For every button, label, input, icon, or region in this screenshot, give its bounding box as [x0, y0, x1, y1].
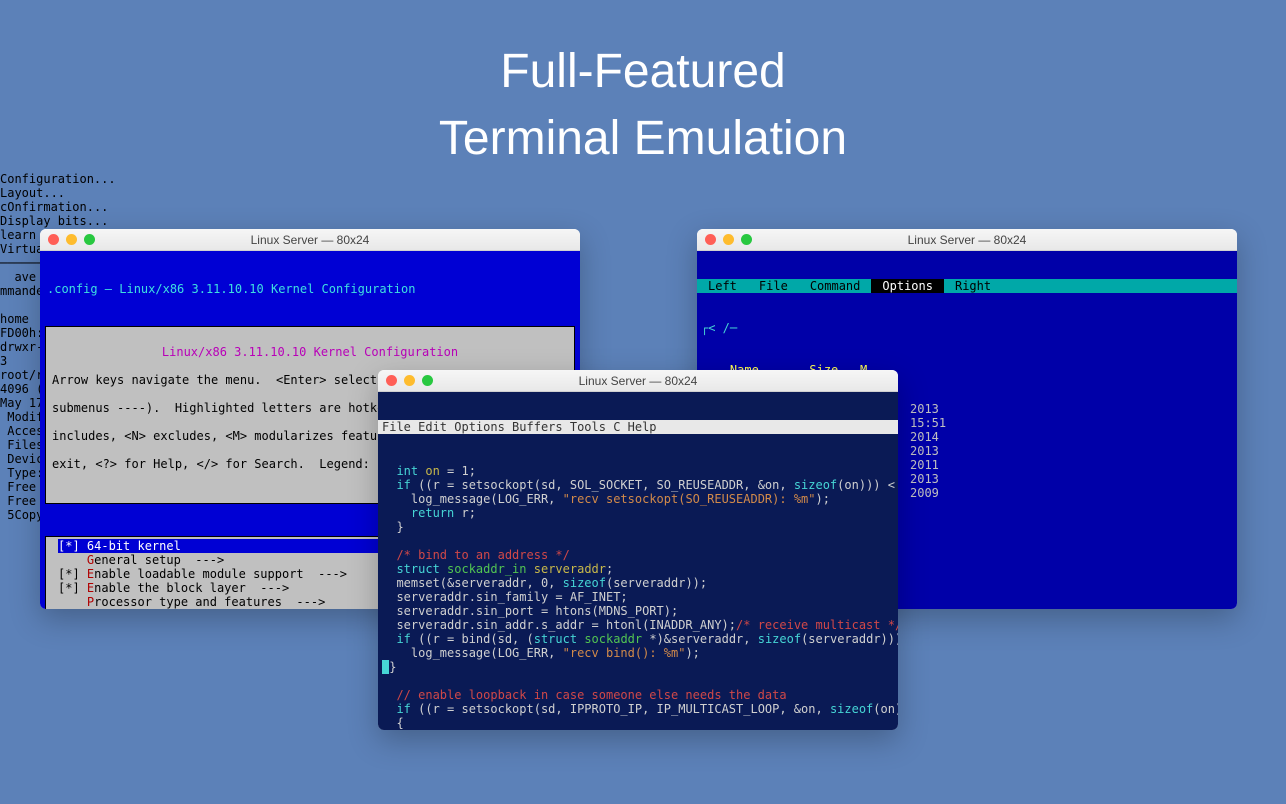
code-line: log_message(LOG_ERR, "recv setsockopt(SO… [382, 492, 894, 506]
minimize-icon[interactable] [66, 234, 77, 245]
code-line [382, 674, 894, 688]
year-cell: 15:51 [910, 416, 946, 430]
window-title: Linux Server — 80x24 [908, 233, 1027, 247]
code-line [382, 534, 894, 548]
year-cell: 2009 [910, 486, 946, 500]
dropdown-item[interactable]: Display bits... [0, 214, 1286, 228]
headline-line1: Full-Featured [0, 38, 1286, 105]
year-cell: 2011 [910, 458, 946, 472]
config-title: Linux/x86 3.11.10.10 Kernel Configuratio… [52, 345, 568, 359]
menu-options[interactable]: Options [871, 279, 944, 293]
code-buffer[interactable]: int on = 1; if ((r = setsockopt(sd, SOL_… [378, 462, 898, 730]
emacs-menubar[interactable]: File Edit Options Buffers Tools C Help [378, 420, 898, 434]
mc-menubar[interactable]: LeftFileCommandOptionsRight [697, 279, 1237, 293]
titlebar[interactable]: Linux Server — 80x24 [697, 229, 1237, 251]
year-cell: 2013 [910, 444, 946, 458]
code-line: if ((r = setsockopt(sd, IPPROTO_IP, IP_M… [382, 702, 894, 716]
close-icon[interactable] [705, 234, 716, 245]
code-line: serveraddr.sin_family = AF_INET; [382, 590, 894, 604]
year-cell: 2013 [910, 472, 946, 486]
code-line: memset(&serveraddr, 0, sizeof(serveraddr… [382, 576, 894, 590]
menu-right[interactable]: Right [944, 279, 1002, 293]
code-line: serveraddr.sin_port = htons(MDNS_PORT); [382, 604, 894, 618]
code-line: } [382, 660, 894, 674]
code-line: log_message(LOG_ERR, "recv bind(): %m"); [382, 646, 894, 660]
titlebar[interactable]: Linux Server — 80x24 [378, 370, 898, 392]
window-emacs-editor: Linux Server — 80x24 File Edit Options B… [378, 370, 898, 730]
zoom-icon[interactable] [84, 234, 95, 245]
menu-command[interactable]: Command [799, 279, 872, 293]
code-line: if ((r = setsockopt(sd, SOL_SOCKET, SO_R… [382, 478, 894, 492]
code-line: // enable loopback in case someone else … [382, 688, 894, 702]
headline-line2: Terminal Emulation [0, 105, 1286, 172]
zoom-icon[interactable] [422, 375, 433, 386]
menu-left[interactable]: Left [697, 279, 748, 293]
close-icon[interactable] [48, 234, 59, 245]
code-line: /* bind to an address */ [382, 548, 894, 562]
dropdown-item[interactable]: Layout... [0, 186, 1286, 200]
code-line: } [382, 520, 894, 534]
code-line: int on = 1; [382, 464, 894, 478]
year-column: 201315:5120142013201120132009 [910, 402, 946, 500]
zoom-icon[interactable] [741, 234, 752, 245]
window-title: Linux Server — 80x24 [251, 233, 370, 247]
code-line: return r; [382, 506, 894, 520]
dropdown-item[interactable]: cOnfirmation... [0, 200, 1286, 214]
minimize-icon[interactable] [404, 375, 415, 386]
close-icon[interactable] [386, 375, 397, 386]
code-line: struct sockaddr_in serveraddr; [382, 562, 894, 576]
year-cell: 2014 [910, 430, 946, 444]
config-path: .config – Linux/x86 3.11.10.10 Kernel Co… [43, 282, 577, 296]
minimize-icon[interactable] [723, 234, 734, 245]
window-title: Linux Server — 80x24 [579, 374, 698, 388]
code-line: serveraddr.sin_addr.s_addr = htonl(INADD… [382, 618, 894, 632]
titlebar[interactable]: Linux Server — 80x24 [40, 229, 580, 251]
year-cell: 2013 [910, 402, 946, 416]
code-line: if ((r = bind(sd, (struct sockaddr *)&se… [382, 632, 894, 646]
code-line: { [382, 716, 894, 730]
menu-file[interactable]: File [748, 279, 799, 293]
terminal-body[interactable]: File Edit Options Buffers Tools C Help i… [378, 392, 898, 730]
dropdown-item[interactable]: Configuration... [0, 172, 1286, 186]
headline: Full-Featured Terminal Emulation [0, 0, 1286, 172]
